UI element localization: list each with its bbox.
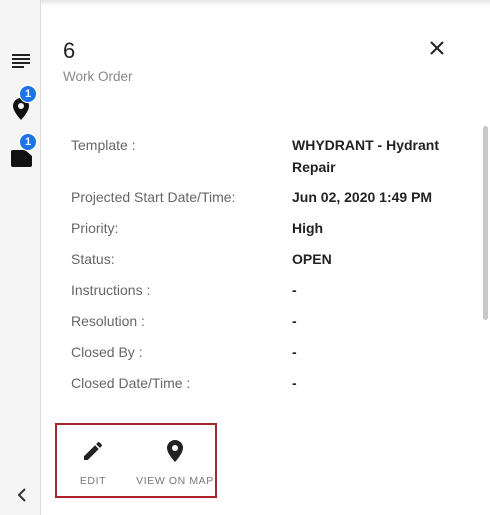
- map-pin-icon: [167, 440, 183, 462]
- detail-label: Projected Start Date/Time:: [71, 189, 236, 205]
- view-on-map-label: VIEW ON MAP: [136, 475, 214, 487]
- note-icon: [10, 149, 32, 167]
- view-on-map-button[interactable]: VIEW ON MAP: [135, 425, 215, 496]
- detail-value: -: [292, 282, 297, 298]
- close-button[interactable]: [425, 36, 449, 60]
- collapse-rail-button[interactable]: [13, 486, 31, 504]
- detail-value: Jun 02, 2020 1:49 PM: [292, 189, 433, 205]
- detail-label: Status:: [71, 251, 115, 267]
- detail-value: High: [292, 220, 324, 236]
- chevron-left-icon: [17, 488, 26, 502]
- detail-label: Priority:: [71, 220, 119, 236]
- scrollbar[interactable]: [483, 126, 488, 320]
- detail-value: -: [292, 375, 297, 391]
- edit-label: EDIT: [79, 475, 107, 487]
- detail-label: Closed By :: [71, 344, 143, 360]
- side-rail: 1 1: [0, 0, 41, 515]
- work-order-id: 6: [63, 38, 76, 63]
- detail-label: Template :: [71, 137, 136, 153]
- list-icon: [12, 54, 30, 68]
- detail-label: Resolution :: [71, 313, 145, 329]
- list-view-button[interactable]: [8, 47, 34, 73]
- pencil-icon: [84, 441, 103, 460]
- detail-label: Instructions :: [71, 282, 151, 298]
- locations-count-badge: 1: [19, 85, 37, 103]
- close-icon: [430, 41, 444, 55]
- edit-button[interactable]: EDIT: [71, 425, 115, 496]
- record-type-label: Work Order: [63, 69, 133, 84]
- detail-value: OPEN: [292, 251, 332, 267]
- detail-value: WHYDRANT - Hydrant Repair: [292, 137, 439, 175]
- action-bar: EDIT VIEW ON MAP: [55, 423, 217, 498]
- detail-value: -: [292, 313, 297, 329]
- notes-count-badge: 1: [19, 133, 37, 151]
- detail-value: -: [292, 344, 297, 360]
- detail-label: Closed Date/Time :: [71, 375, 191, 391]
- work-order-panel: 6 Work Order Template : WHYDRANT - Hydra…: [41, 0, 490, 515]
